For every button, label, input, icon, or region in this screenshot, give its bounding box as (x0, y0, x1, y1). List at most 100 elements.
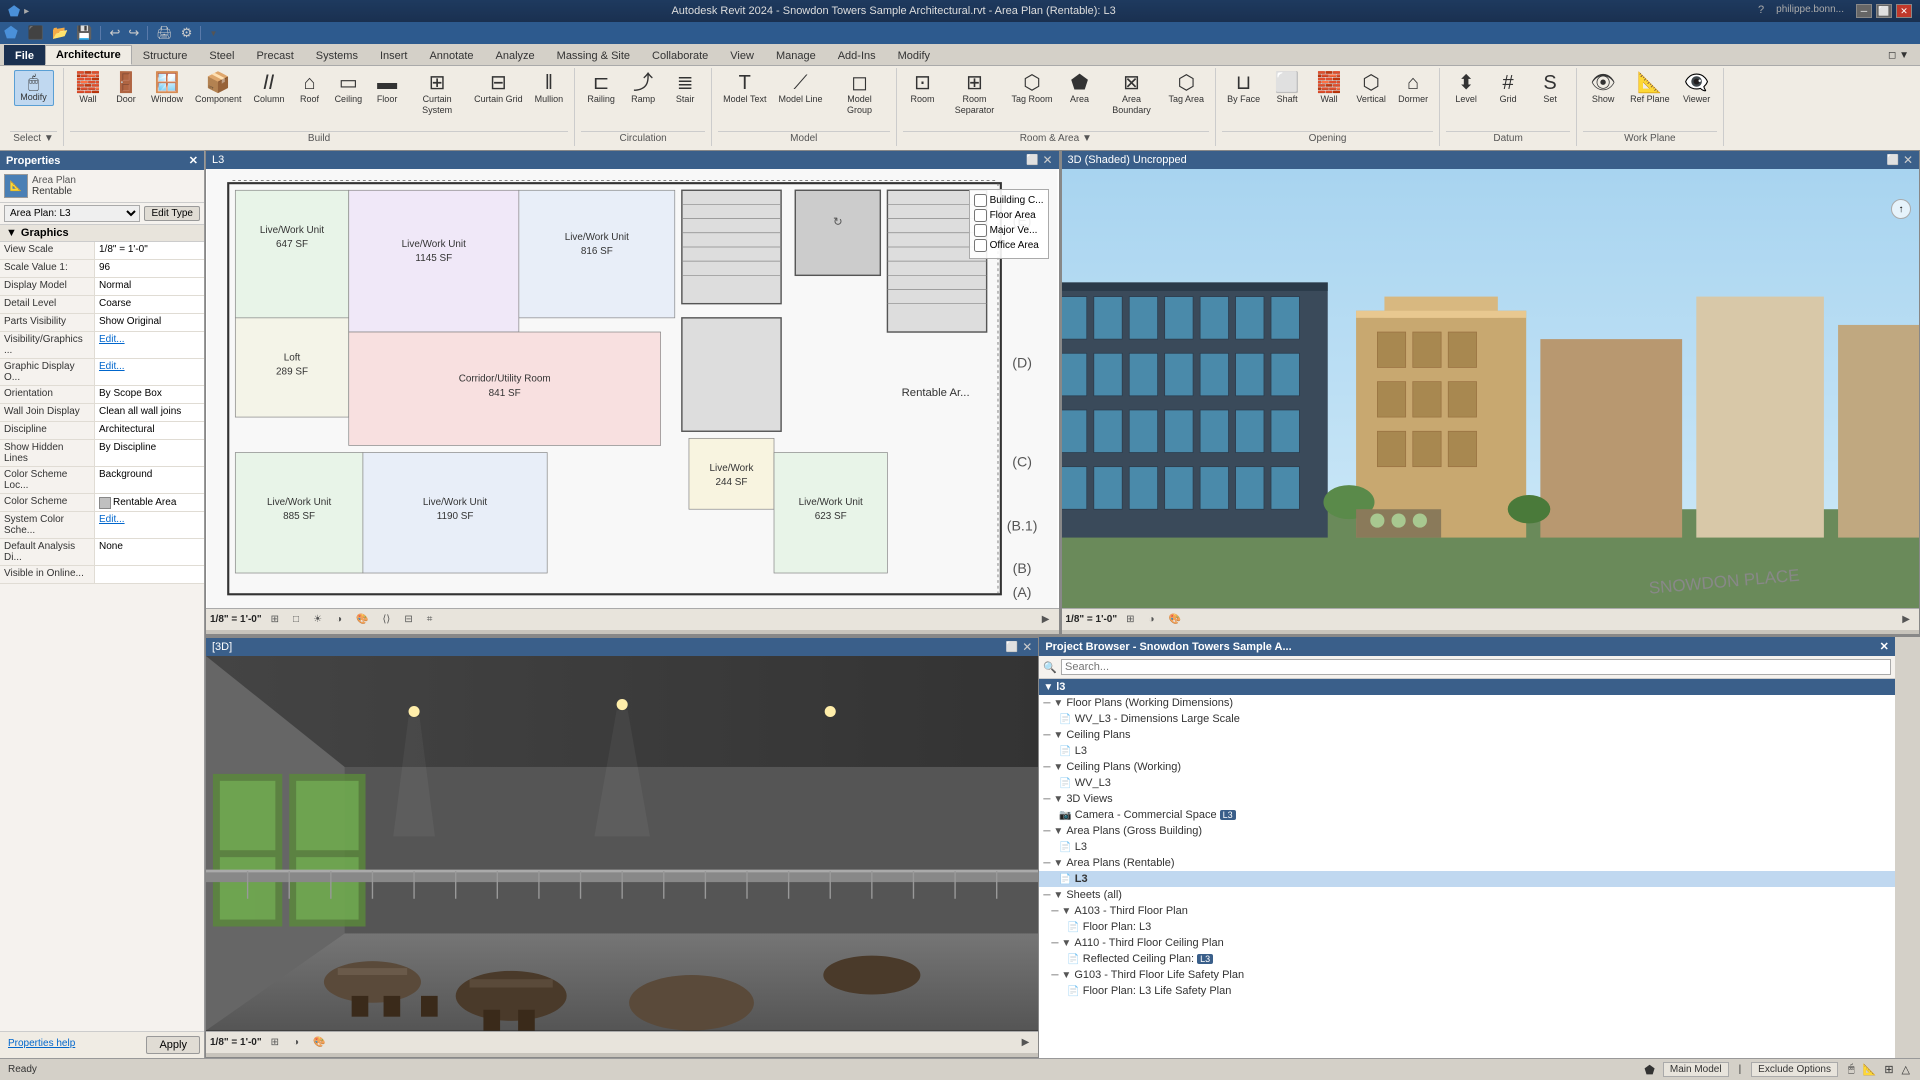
3d-footer-btn1[interactable]: ⊞ (1121, 612, 1139, 627)
int-footer-btn3[interactable]: 🎨 (308, 1035, 330, 1050)
view-type-select[interactable]: Area Plan: L3 (4, 205, 140, 222)
component-button[interactable]: 📦 Component (190, 70, 247, 108)
tab-addins[interactable]: Add-Ins (827, 45, 887, 65)
tab-precast[interactable]: Precast (245, 45, 304, 65)
level-button[interactable]: ⬍ Level (1446, 70, 1486, 108)
tag-room-button[interactable]: ⬡ Tag Room (1007, 70, 1058, 108)
pb-3d-views[interactable]: ─ ▼ 3D Views (1039, 791, 1895, 807)
set-button[interactable]: S Set (1530, 70, 1570, 108)
model-group-button[interactable]: ◻ Model Group (830, 70, 890, 119)
window-button[interactable]: 🪟 Window (146, 70, 188, 108)
redo-button[interactable]: ↪ (126, 24, 141, 42)
interior-3d-maximize[interactable]: ⬜ (1006, 642, 1018, 653)
tab-view[interactable]: View (719, 45, 765, 65)
tab-insert[interactable]: Insert (369, 45, 419, 65)
pb-a110-l3[interactable]: 📄 Reflected Ceiling Plan: L3 (1039, 951, 1895, 967)
stair-button[interactable]: ≣ Stair (665, 70, 705, 108)
area-button[interactable]: ⬟ Area (1060, 70, 1100, 108)
qat-dropdown[interactable]: ▼ (207, 28, 219, 39)
footer-btn-sun[interactable]: ☀ (308, 612, 327, 627)
tab-massing[interactable]: Massing & Site (546, 45, 641, 65)
tab-contextual[interactable]: ◻ ▼ (1877, 45, 1920, 65)
undo-button[interactable]: ↩ (107, 24, 122, 42)
pb-sheets-all[interactable]: ─ ▼ Sheets (all) (1039, 887, 1895, 903)
checklist-office[interactable]: Office Area (974, 239, 1044, 252)
footer-btn-scale[interactable]: ⊞ (266, 612, 284, 627)
status-exclude[interactable]: Exclude Options (1751, 1062, 1838, 1077)
pb-ceiling-plans[interactable]: ─ ▼ Ceiling Plans (1039, 727, 1895, 743)
status-main-model[interactable]: Main Model (1663, 1062, 1729, 1077)
curtain-system-button[interactable]: ⊞ Curtain System (407, 70, 467, 119)
properties-collapse[interactable]: ✕ (189, 154, 198, 167)
3d-view-canvas[interactable]: SNOWDON PLACE ↑ (1062, 169, 1920, 608)
ceiling-button[interactable]: ▭ Ceiling (330, 70, 368, 108)
pb-ceiling-l3[interactable]: 📄 L3 (1039, 743, 1895, 759)
pb-area-rentable-l3[interactable]: 📄 L3 (1039, 871, 1895, 887)
tab-collaborate[interactable]: Collaborate (641, 45, 719, 65)
footer-btn-wireframe[interactable]: □ (288, 612, 304, 627)
railing-button[interactable]: ⊏ Railing (581, 70, 621, 108)
pb-wv-l3-dims[interactable]: 📄 WV_L3 - Dimensions Large Scale (1039, 711, 1895, 727)
pb-search-input[interactable] (1061, 659, 1891, 675)
sb-btn4[interactable]: △ (1900, 1062, 1912, 1077)
plan-canvas[interactable]: (E) (D) (C) (B.1) (B) (A) Live/Work Unit… (206, 169, 1059, 608)
sb-btn2[interactable]: 📐 (1861, 1062, 1879, 1077)
pb-a110[interactable]: ─ ▼ A110 - Third Floor Ceiling Plan (1039, 935, 1895, 951)
graphics-section-header[interactable]: ▼ Graphics (0, 225, 204, 242)
checklist-floor[interactable]: Floor Area (974, 209, 1044, 222)
3d-footer-right[interactable]: ▶ (1897, 612, 1915, 627)
grid-button[interactable]: # Grid (1488, 70, 1528, 108)
pb-item-l3-top[interactable]: ▼ l3 (1039, 679, 1895, 695)
mullion-button[interactable]: ‖ Mullion (530, 70, 569, 108)
apply-button[interactable]: Apply (146, 1036, 200, 1054)
curtain-grid-button[interactable]: ⊟ Curtain Grid (469, 70, 528, 108)
modify-button[interactable]: 🖱 Modify (14, 70, 54, 106)
tab-file[interactable]: File (4, 45, 45, 65)
settings-button[interactable]: ⚙ (179, 24, 195, 42)
pb-a103[interactable]: ─ ▼ A103 - Third Floor Plan (1039, 903, 1895, 919)
door-button[interactable]: 🚪 Door (108, 70, 144, 108)
tag-area-button[interactable]: ⬡ Tag Area (1164, 70, 1210, 108)
help-icon[interactable]: ? (1758, 4, 1764, 18)
footer-btn-render[interactable]: 🎨 (351, 612, 373, 627)
close-button[interactable]: ✕ (1896, 4, 1912, 18)
save-button[interactable]: 💾 (74, 24, 94, 42)
int-footer-right[interactable]: ▶ (1017, 1035, 1035, 1050)
pb-floor-plans-working[interactable]: ─ ▼ Floor Plans (Working Dimensions) (1039, 695, 1895, 711)
ref-plane-button[interactable]: 📐 Ref Plane (1625, 70, 1675, 108)
show-button[interactable]: 👁 Show (1583, 70, 1623, 108)
pb-g103[interactable]: ─ ▼ G103 - Third Floor Life Safety Plan (1039, 967, 1895, 983)
minimize-button[interactable]: ─ (1856, 4, 1872, 18)
model-text-button[interactable]: T Model Text (718, 70, 771, 108)
sb-btn1[interactable]: 🖱 (1846, 1062, 1857, 1077)
footer-btn-right[interactable]: ▶ (1037, 612, 1055, 627)
pb-area-plans-rentable[interactable]: ─ ▼ Area Plans (Rentable) (1039, 855, 1895, 871)
print-button[interactable]: 🖨 (154, 24, 175, 42)
room-separator-button[interactable]: ⊞ Room Separator (945, 70, 1005, 119)
viewer-button[interactable]: 👁‍🗨 Viewer (1677, 70, 1717, 108)
tab-systems[interactable]: Systems (305, 45, 369, 65)
3d-view-maximize[interactable]: ⬜ (1886, 155, 1898, 166)
restore-button[interactable]: ⬜ (1876, 4, 1892, 18)
by-face-button[interactable]: ⊔ By Face (1222, 70, 1265, 108)
pb-g103-l3[interactable]: 📄 Floor Plan: L3 Life Safety Plan (1039, 983, 1895, 999)
wall-button[interactable]: 🧱 Wall (70, 70, 106, 108)
properties-help-link[interactable]: Properties help (4, 1036, 79, 1054)
plan-view-maximize[interactable]: ⬜ (1026, 155, 1038, 166)
pb-area-plans-gross[interactable]: ─ ▼ Area Plans (Gross Building) (1039, 823, 1895, 839)
footer-btn-shadow[interactable]: ◑ (331, 612, 347, 627)
column-button[interactable]: 𝛪𝛪 Column (249, 70, 290, 108)
tab-modify[interactable]: Modify (887, 45, 941, 65)
3d-footer-btn3[interactable]: 🎨 (1164, 612, 1186, 627)
dormer-button[interactable]: ⌂ Dormer (1393, 70, 1433, 108)
tab-analyze[interactable]: Analyze (485, 45, 546, 65)
footer-btn-crop2[interactable]: ⌗ (422, 612, 438, 627)
checklist-building[interactable]: Building C... (974, 194, 1044, 207)
tab-structure[interactable]: Structure (132, 45, 199, 65)
footer-btn-crop[interactable]: ⊟ (399, 612, 417, 627)
pb-a103-l3[interactable]: 📄 Floor Plan: L3 (1039, 919, 1895, 935)
roof-button[interactable]: ⌂ Roof (292, 70, 328, 108)
tab-steel[interactable]: Steel (198, 45, 245, 65)
interior-3d-close[interactable]: ✕ (1022, 640, 1032, 654)
ramp-button[interactable]: ⤴ Ramp (623, 70, 663, 108)
